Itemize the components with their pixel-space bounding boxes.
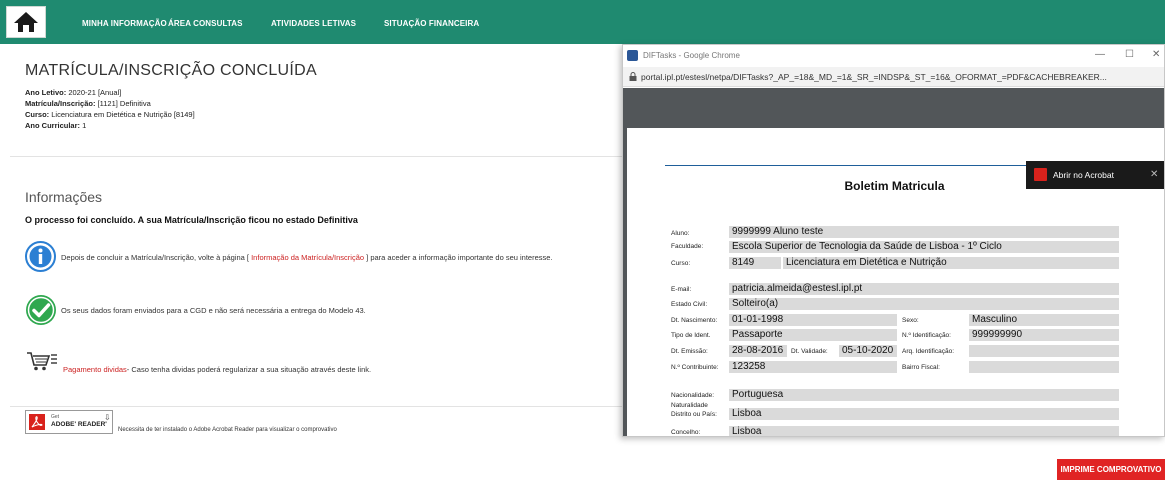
naturalidade-label: Naturalidade: [671, 402, 708, 409]
email-label: E-mail:: [671, 286, 692, 293]
contribuinte-label: N.º Contribuinte:: [671, 364, 719, 371]
curso-pdf-value: Licenciatura em Dietética e Nutrição: [783, 257, 1119, 269]
close-icon[interactable]: ✕: [1152, 49, 1160, 60]
curso-line: Curso: Licenciatura em Dietética e Nutri…: [25, 110, 195, 119]
ano-curricular-label: Ano Curricular:: [25, 121, 81, 130]
faculdade-label: Faculdade:: [671, 243, 704, 250]
bairro-fiscal-value: [969, 361, 1119, 373]
dt-emissao-label: Dt. Emissão:: [671, 348, 708, 355]
concelho-value: Lisboa: [729, 426, 1119, 436]
arq-identificacao-label: Arq. Identificação:: [902, 348, 955, 355]
nav-minha-informacao[interactable]: MINHA INFORMAÇÃO: [82, 19, 167, 28]
imprime-comprovativo-button[interactable]: IMPRIME COMPROVATIVO: [1057, 459, 1165, 480]
arq-identificacao-value: [969, 345, 1119, 357]
n-identificacao-label: N.º Identificação:: [902, 332, 951, 339]
bairro-fiscal-label: Bairro Fiscal:: [902, 364, 940, 371]
nacionalidade-label: Nacionalidade:: [671, 392, 715, 399]
matricula-line: Matrícula/Inscrição: [1121] Definitiva: [25, 99, 151, 108]
adobe-get-text: Get: [51, 414, 60, 420]
url-text[interactable]: portal.ipl.pt/estesl/netpa/DIFTasks?_AP_…: [641, 72, 1107, 82]
n-identificacao-value: 999999990: [969, 329, 1119, 341]
adobe-logo-icon: [29, 414, 45, 430]
nacionalidade-value: Portuguesa: [729, 389, 1119, 401]
divider: [10, 156, 622, 157]
download-arrow-icon: ⇩: [104, 413, 111, 422]
aluno-label: Aluno:: [671, 230, 690, 237]
window-title: DIFTasks - Google Chrome: [643, 51, 740, 60]
info-section-title: Informações: [25, 189, 103, 205]
pdf-viewer-toolbar: [623, 88, 1164, 128]
window-titlebar: DIFTasks - Google Chrome — ☐ ✕: [623, 45, 1164, 67]
ano-letivo-line: Ano Letivo: 2020-21 [Anual]: [25, 88, 121, 97]
top-nav: MINHA INFORMAÇÃO ÁREA CONSULTAS ATIVIDAD…: [0, 0, 1165, 44]
msg3-post: - Caso tenha dividas poderá regularizar …: [126, 365, 372, 374]
matricula-label: Matrícula/Inscrição:: [25, 99, 96, 108]
dt-validade-value: 05-10-2020: [839, 345, 897, 357]
curso-code: 8149: [729, 257, 781, 269]
lock-icon: [629, 72, 637, 81]
page-title: MATRÍCULA/INSCRIÇÃO CONCLUÍDA: [25, 62, 317, 79]
ano-curricular-value: 1: [82, 121, 87, 130]
dt-nascimento-value: 01-01-1998: [729, 314, 897, 326]
estado-civil-value: Solteiro(a): [729, 298, 1119, 310]
check-icon: [25, 294, 57, 326]
sexo-label: Sexo:: [902, 317, 919, 324]
distrito-value: Lisboa: [729, 408, 1119, 420]
tipo-ident-value: Passaporte: [729, 329, 897, 341]
ano-letivo-value: 2020-21 [Anual]: [68, 88, 122, 97]
estado-civil-label: Estado Civil:: [671, 301, 708, 308]
pagamento-dividas-link[interactable]: Pagamento dividas: [63, 365, 127, 374]
curso-value: Licenciatura em Dietética e Nutrição [81…: [51, 110, 195, 119]
msg-cgd: Os seus dados foram enviados para a CGD …: [61, 306, 366, 315]
nav-area-consultas[interactable]: ÁREA CONSULTAS: [168, 19, 243, 28]
nav-situacao-financeira[interactable]: SITUAÇÃO FINANCEIRA: [384, 19, 479, 28]
maximize-icon[interactable]: ☐: [1125, 49, 1134, 60]
msg1-pre: Depois de concluir a Matrícula/Inscrição…: [61, 253, 250, 262]
minimize-icon[interactable]: —: [1095, 49, 1105, 60]
informacao-matricula-link[interactable]: Informação da Matrícula/Inscrição: [249, 253, 366, 262]
address-bar[interactable]: portal.ipl.pt/estesl/netpa/DIFTasks?_AP_…: [623, 67, 1164, 87]
ano-curricular-line: Ano Curricular: 1: [25, 121, 86, 130]
info-icon: [25, 241, 56, 272]
msg-pagamento: Pagamento dividas- Caso tenha dividas po…: [63, 365, 371, 374]
shopping-cart-icon: [26, 350, 58, 372]
sexo-value: Masculino: [969, 314, 1119, 326]
pdf-note: Necessita de ter instalado o Adobe Acrob…: [118, 427, 337, 433]
favicon-icon: [627, 50, 638, 61]
home-button[interactable]: [6, 6, 46, 38]
distrito-label: Distrito ou País:: [671, 411, 717, 418]
curso-pdf-label: Curso:: [671, 260, 691, 267]
concelho-label: Concelho:: [671, 429, 701, 436]
chrome-popup-window: DIFTasks - Google Chrome — ☐ ✕ portal.ip…: [622, 44, 1165, 437]
acrobat-icon: [1034, 168, 1047, 181]
contribuinte-value: 123258: [729, 361, 897, 373]
ano-letivo-label: Ano Letivo:: [25, 88, 67, 97]
curso-label: Curso:: [25, 110, 50, 119]
aluno-value: 9999999 Aluno teste: [729, 226, 1119, 238]
abrir-no-acrobat-button[interactable]: Abrir no Acrobat ✕: [1026, 161, 1164, 189]
email-value: patricia.almeida@estesl.ipl.pt: [729, 283, 1119, 295]
get-adobe-reader-badge[interactable]: Get ADOBE' READER' ⇩: [25, 410, 113, 434]
acrobat-label: Abrir no Acrobat: [1053, 170, 1114, 180]
dt-emissao-value: 28-08-2016: [729, 345, 787, 357]
msg-informacao: Depois de concluir a Matrícula/Inscrição…: [61, 253, 553, 262]
tipo-ident-label: Tipo de Ident.: [671, 332, 711, 339]
dt-nascimento-label: Dt. Nascimento:: [671, 317, 718, 324]
msg1-post: ] para aceder a informação importante do…: [366, 253, 553, 262]
processo-status-text: O processo foi concluído. A sua Matrícul…: [25, 215, 358, 225]
matricula-value: [1121] Definitiva: [97, 99, 151, 108]
divider-bottom: [10, 406, 622, 407]
faculdade-value: Escola Superior de Tecnologia da Saúde d…: [729, 241, 1119, 253]
close-acrobat-icon[interactable]: ✕: [1150, 169, 1158, 180]
nav-atividades-letivas[interactable]: ATIVIDADES LETIVAS: [271, 19, 356, 28]
dt-validade-label: Dt. Validade:: [791, 348, 828, 355]
home-icon: [14, 12, 38, 32]
adobe-reader-text: ADOBE' READER': [51, 421, 107, 428]
